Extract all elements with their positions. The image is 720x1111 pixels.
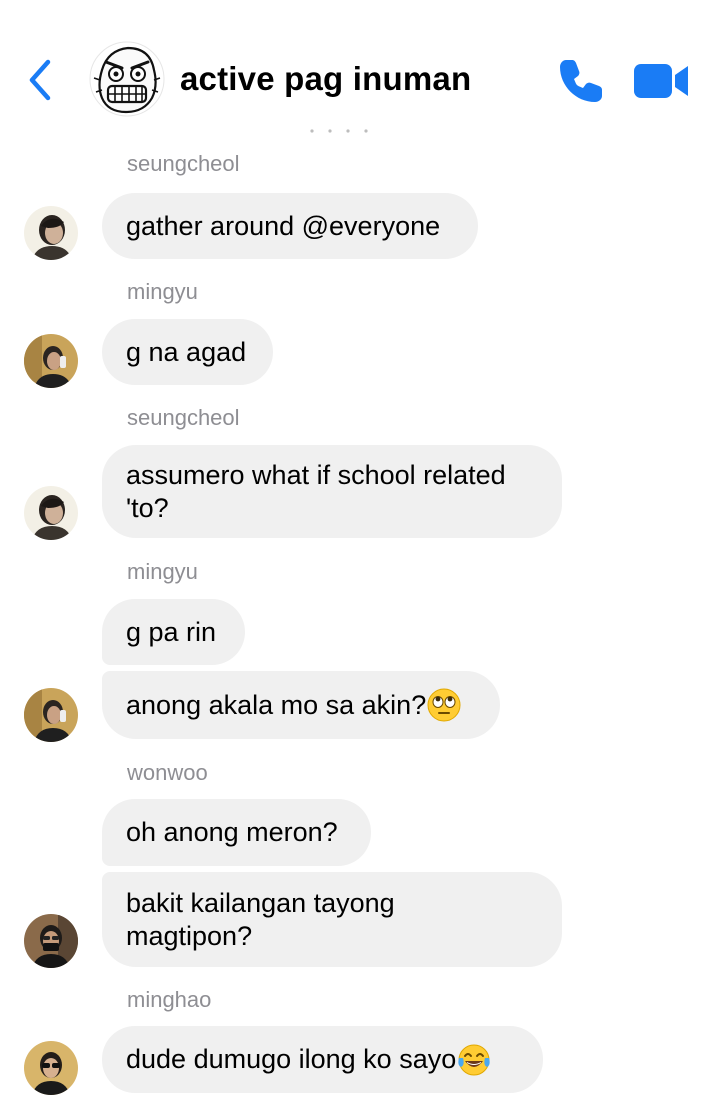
sender-name: minghao — [127, 987, 212, 1012]
profile-photo-icon — [24, 206, 78, 260]
avatar[interactable] — [24, 1041, 78, 1095]
message-text: bakit kailangan tayong magtipon? — [126, 887, 395, 951]
avatar[interactable] — [24, 206, 78, 260]
message-text: assumero what if school related 'to? — [126, 459, 506, 523]
eye-roll-emoji-icon — [427, 688, 461, 722]
profile-photo-icon — [24, 334, 78, 388]
message-bubble[interactable]: g na agad — [102, 319, 273, 385]
message-bubble[interactable]: dude dumugo ilong ko sayo — [102, 1026, 543, 1093]
sender-name: seungcheol — [127, 151, 240, 176]
sender-name: mingyu — [127, 279, 198, 304]
message-text: dude dumugo ilong ko sayo — [126, 1044, 457, 1074]
avatar[interactable] — [24, 914, 78, 968]
profile-photo-icon — [24, 914, 78, 968]
message-text: anong akala mo sa akin? — [126, 689, 427, 720]
message-bubble[interactable]: oh anong meron? — [102, 799, 371, 866]
message-thread: seungcheol gather around @everyone mingy… — [0, 0, 720, 1111]
message-bubble[interactable]: assumero what if school related 'to? — [102, 445, 562, 538]
profile-photo-icon — [24, 688, 78, 742]
profile-photo-icon — [24, 486, 78, 540]
sender-name: wonwoo — [127, 760, 208, 785]
avatar[interactable] — [24, 486, 78, 540]
message-text: g na agad — [126, 336, 247, 367]
message-text: g pa rin — [126, 616, 217, 647]
message-bubble[interactable]: g pa rin — [102, 599, 245, 665]
profile-photo-icon — [24, 1041, 78, 1095]
message-bubble[interactable]: gather around @everyone — [102, 193, 478, 259]
message-text: gather around @everyone — [126, 210, 441, 241]
tears-of-joy-emoji-icon — [458, 1044, 490, 1075]
avatar[interactable] — [24, 334, 78, 388]
sender-name: mingyu — [127, 559, 198, 584]
message-bubble[interactable]: bakit kailangan tayong magtipon? — [102, 872, 562, 967]
avatar[interactable] — [24, 688, 78, 742]
message-bubble[interactable]: anong akala mo sa akin? — [102, 671, 500, 739]
message-text: oh anong meron? — [126, 817, 338, 847]
sender-name: seungcheol — [127, 405, 240, 430]
